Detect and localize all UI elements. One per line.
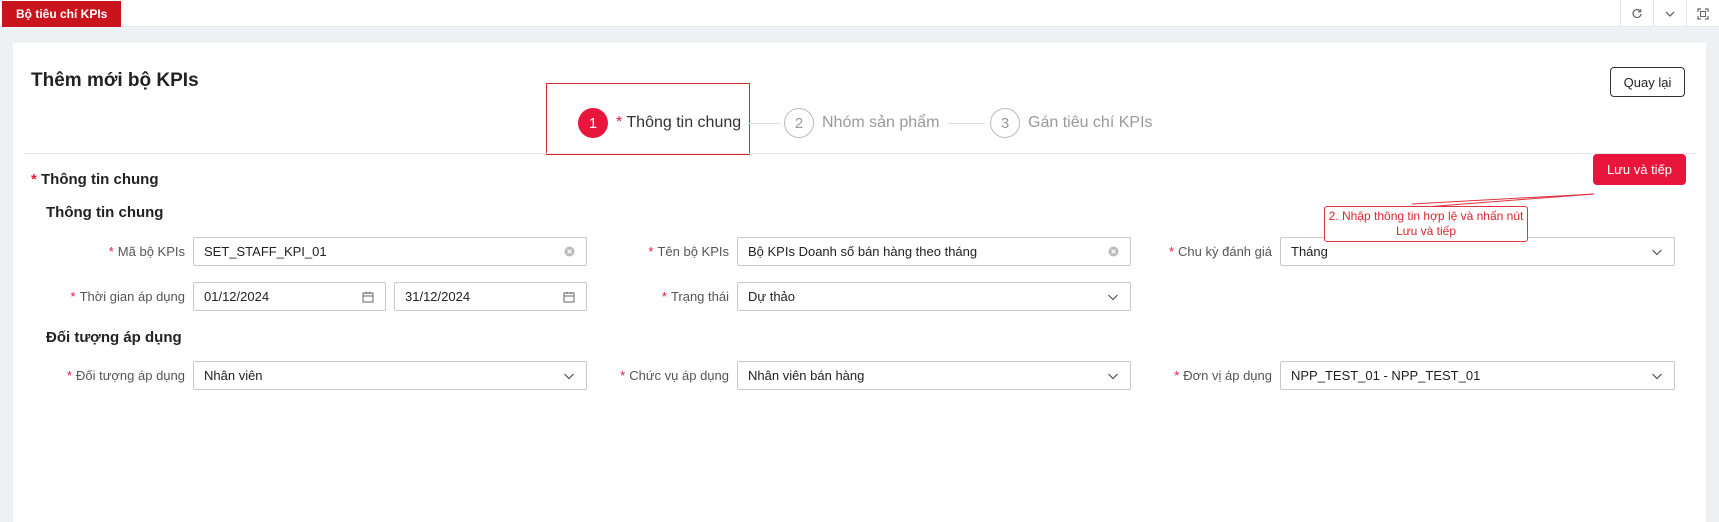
end-date-input[interactable]: 31/12/2024 xyxy=(394,282,587,311)
chevron-down-icon[interactable] xyxy=(1653,0,1686,27)
ten-bo-kpis-label: * Tên bộ KPIs xyxy=(648,244,729,259)
step-3[interactable]: 3 Gán tiêu chí KPIs xyxy=(990,108,1153,138)
fullscreen-icon[interactable] xyxy=(1686,0,1719,27)
doi-tuong-label: * Đối tượng áp dụng xyxy=(66,368,185,383)
chevron-down-icon xyxy=(1650,245,1664,259)
start-date-input[interactable]: 01/12/2024 xyxy=(193,282,386,311)
chuc-vu-select[interactable]: Nhân viên bán hàng xyxy=(737,361,1131,390)
step-1-number: 1 xyxy=(578,108,608,138)
chuc-vu-value: Nhân viên bán hàng xyxy=(748,368,865,383)
chevron-down-icon xyxy=(1106,290,1120,304)
clear-icon[interactable] xyxy=(562,245,576,259)
top-bar: Bộ tiêu chí KPIs xyxy=(0,0,1719,27)
top-bar-actions xyxy=(1620,0,1719,27)
doi-tuong-select[interactable]: Nhân viên xyxy=(193,361,587,390)
header-divider xyxy=(23,153,1696,154)
ma-bo-kpis-input[interactable]: SET_STAFF_KPI_01 xyxy=(193,237,587,266)
trang-thai-label: * Trạng thái xyxy=(661,289,729,304)
annotation-callout: 2. Nhập thông tin hợp lệ và nhấn nút Lưu… xyxy=(1324,206,1528,242)
step-2-label: Nhóm sản phẩm xyxy=(822,114,940,131)
doi-tuong-value: Nhân viên xyxy=(204,368,263,383)
calendar-icon[interactable] xyxy=(562,290,576,304)
clear-icon[interactable] xyxy=(1106,245,1120,259)
chevron-down-icon xyxy=(1650,369,1664,383)
general-info-subtitle: Thông tin chung xyxy=(46,204,164,221)
back-button[interactable]: Quay lại xyxy=(1610,67,1685,97)
step-2-number: 2 xyxy=(784,108,814,138)
page-title: Thêm mới bộ KPIs xyxy=(31,70,199,91)
step-3-label: Gán tiêu chí KPIs xyxy=(1028,114,1153,131)
don-vi-select[interactable]: NPP_TEST_01 - NPP_TEST_01 xyxy=(1280,361,1675,390)
form-card: Thêm mới bộ KPIs Quay lại 1 * Thông tin … xyxy=(13,43,1706,522)
ma-bo-kpis-value: SET_STAFF_KPI_01 xyxy=(204,244,327,259)
step-1-label: * Thông tin chung xyxy=(616,114,742,131)
chu-ky-value: Tháng xyxy=(1291,244,1328,259)
chu-ky-label: * Chu kỳ đánh giá xyxy=(1168,244,1272,259)
trang-thai-value: Dự thảo xyxy=(748,289,796,304)
ten-bo-kpis-value: Bộ KPIs Doanh số bán hàng theo tháng xyxy=(748,244,978,259)
save-and-next-button[interactable]: Lưu và tiếp xyxy=(1593,154,1686,185)
ma-bo-kpis-label: * Mã bộ KPIs xyxy=(108,244,185,259)
don-vi-value: NPP_TEST_01 - NPP_TEST_01 xyxy=(1291,368,1481,383)
step-connector xyxy=(948,123,985,124)
calendar-icon[interactable] xyxy=(361,290,375,304)
don-vi-label: * Đơn vị áp dụng xyxy=(1174,368,1272,383)
chuc-vu-label: * Chức vụ áp dụng xyxy=(620,368,729,383)
step-3-number: 3 xyxy=(990,108,1020,138)
end-date-value: 31/12/2024 xyxy=(405,289,471,304)
step-connector xyxy=(749,123,781,124)
tab-bo-tieu-chi-kpis[interactable]: Bộ tiêu chí KPIs xyxy=(2,1,122,27)
thoi-gian-label: * Thời gian áp dụng xyxy=(70,289,185,304)
ten-bo-kpis-input[interactable]: Bộ KPIs Doanh số bán hàng theo tháng xyxy=(737,237,1131,266)
chevron-down-icon xyxy=(1106,369,1120,383)
trang-thai-select[interactable]: Dự thảo xyxy=(737,282,1131,311)
section-title: * Thông tin chung xyxy=(31,171,159,188)
step-2[interactable]: 2 Nhóm sản phẩm xyxy=(784,108,939,138)
refresh-icon[interactable] xyxy=(1620,0,1653,27)
target-subtitle: Đối tượng áp dụng xyxy=(46,329,182,346)
start-date-value: 01/12/2024 xyxy=(204,289,270,304)
step-1[interactable]: 1 * Thông tin chung xyxy=(578,108,741,138)
chevron-down-icon xyxy=(562,369,576,383)
